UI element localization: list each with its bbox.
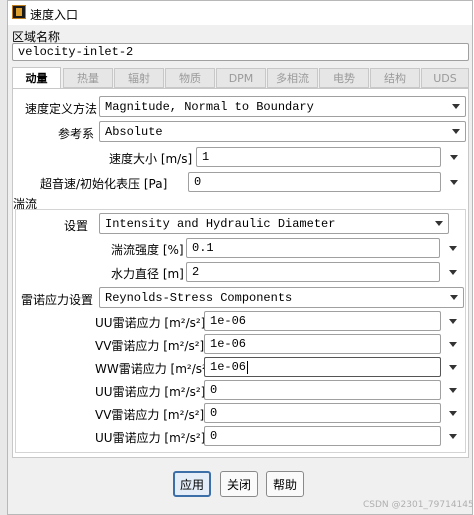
reynolds-stress-spec-value: Reynolds-Stress Components xyxy=(105,290,293,305)
uu-stress-dropdown-icon-2[interactable] xyxy=(449,388,457,393)
velocity-spec-select[interactable]: Magnitude, Normal to Boundary xyxy=(99,96,466,117)
background-app-strip xyxy=(0,0,7,515)
turbulent-intensity-input[interactable]: 0.1 xyxy=(186,238,440,258)
vv-stress-label: VV雷诺应力 [m²/s²] xyxy=(95,339,205,353)
tab-thermal[interactable]: 热量 xyxy=(63,68,113,88)
tab-multiphase[interactable]: 多相流 xyxy=(267,68,318,88)
gauge-pressure-input[interactable]: 0 xyxy=(188,172,441,192)
tab-content-panel: 速度定义方法 Magnitude, Normal to Boundary 参考系… xyxy=(12,88,469,458)
chevron-down-icon xyxy=(452,129,460,134)
tab-structure[interactable]: 结构 xyxy=(370,68,420,88)
vv-stress-input[interactable]: 1e-06 xyxy=(204,334,441,354)
gauge-pressure-dropdown-icon[interactable] xyxy=(450,180,458,185)
velocity-spec-label: 速度定义方法 xyxy=(25,102,98,116)
chevron-down-icon xyxy=(435,221,443,226)
uu-stress-input-3[interactable]: 0 xyxy=(204,426,441,446)
uu-stress-input[interactable]: 1e-06 xyxy=(204,311,441,331)
velocity-spec-value: Magnitude, Normal to Boundary xyxy=(105,99,314,114)
reference-frame-value: Absolute xyxy=(105,124,163,139)
velocity-magnitude-input[interactable]: 1 xyxy=(196,147,441,167)
tab-potential[interactable]: 电势 xyxy=(319,68,369,88)
vv-stress-label-2: VV雷诺应力 [m²/s²] xyxy=(95,408,205,422)
uu-stress-dropdown-icon-3[interactable] xyxy=(449,434,457,439)
text-cursor xyxy=(247,360,249,374)
velocity-inlet-dialog: 速度入口 区域名称 velocity-inlet-2 动量 热量 辐射 物质 D… xyxy=(7,0,474,515)
chevron-down-icon xyxy=(450,295,458,300)
uu-stress-label-2: UU雷诺应力 [m²/s²] xyxy=(95,385,206,399)
tab-uds[interactable]: UDS xyxy=(421,68,469,88)
tab-radiation[interactable]: 辐射 xyxy=(114,68,164,88)
hydraulic-diameter-dropdown-icon[interactable] xyxy=(449,270,457,275)
reference-frame-select[interactable]: Absolute xyxy=(99,121,466,142)
uu-stress-dropdown-icon[interactable] xyxy=(449,319,457,324)
gauge-pressure-label: 超音速/初始化表压 [Pa] xyxy=(40,177,168,191)
uu-stress-input-2[interactable]: 0 xyxy=(204,380,441,400)
chevron-down-icon xyxy=(452,104,460,109)
turbulence-method-select[interactable]: Intensity and Hydraulic Diameter xyxy=(99,213,449,234)
tab-species[interactable]: 物质 xyxy=(165,68,215,88)
ww-stress-dropdown-icon[interactable] xyxy=(449,365,457,370)
ww-stress-label: WW雷诺应力 [m²/s²] xyxy=(95,362,212,376)
hydraulic-diameter-label: 水力直径 [m] xyxy=(111,267,184,281)
apply-button[interactable]: 应用 xyxy=(173,471,211,497)
turbulence-group: 设置 Intensity and Hydraulic Diameter 湍流强度… xyxy=(15,209,466,453)
vv-stress-dropdown-icon[interactable] xyxy=(449,342,457,347)
turbulence-method-label: 设置 xyxy=(64,219,89,233)
window-title: 速度入口 xyxy=(30,8,79,22)
watermark: CSDN @2301_79714145 xyxy=(363,500,474,510)
turbulent-intensity-dropdown-icon[interactable] xyxy=(449,246,457,251)
reference-frame-label: 参考系 xyxy=(58,127,95,141)
ww-stress-input[interactable]: 1e-06 xyxy=(204,357,441,377)
close-button[interactable]: 关闭 xyxy=(220,471,258,497)
help-button[interactable]: 帮助 xyxy=(266,471,304,497)
title-bar[interactable]: 速度入口 xyxy=(8,1,472,25)
ww-stress-value: 1e-06 xyxy=(210,360,247,374)
tab-dpm[interactable]: DPM xyxy=(216,68,266,88)
hydraulic-diameter-input[interactable]: 2 xyxy=(186,262,440,282)
turbulent-intensity-label: 湍流强度 [%] xyxy=(111,243,184,257)
vv-stress-dropdown-icon-2[interactable] xyxy=(449,411,457,416)
app-icon xyxy=(12,5,26,19)
turbulence-method-value: Intensity and Hydraulic Diameter xyxy=(105,216,336,231)
tab-momentum[interactable]: 动量 xyxy=(12,67,61,89)
reynolds-stress-spec-label: 雷诺应力设置 xyxy=(21,293,94,307)
velocity-magnitude-dropdown-icon[interactable] xyxy=(450,155,458,160)
uu-stress-label-3: UU雷诺应力 [m²/s²] xyxy=(95,431,206,445)
velocity-magnitude-label: 速度大小 [m/s] xyxy=(109,152,193,166)
tab-bar: 动量 热量 辐射 物质 DPM 多相流 电势 结构 UDS xyxy=(12,67,469,89)
uu-stress-label: UU雷诺应力 [m²/s²] xyxy=(95,316,206,330)
vv-stress-input-2[interactable]: 0 xyxy=(204,403,441,423)
reynolds-stress-spec-select[interactable]: Reynolds-Stress Components xyxy=(99,287,464,308)
zone-name-input[interactable]: velocity-inlet-2 xyxy=(12,43,469,61)
